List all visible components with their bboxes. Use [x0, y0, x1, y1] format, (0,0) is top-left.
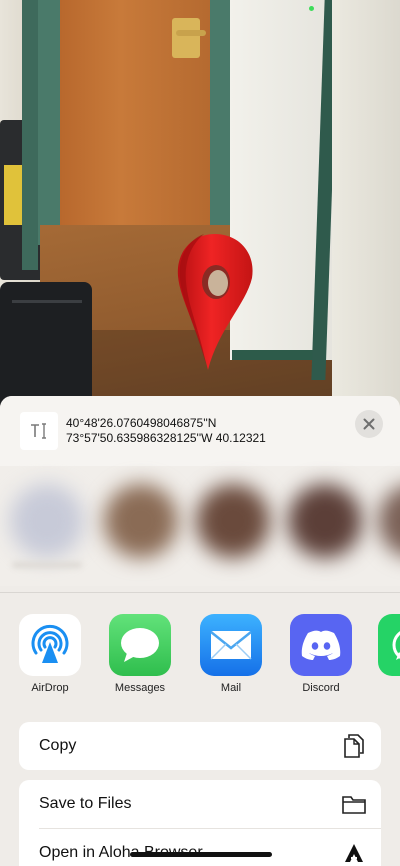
location-pin-icon[interactable] [174, 232, 256, 372]
close-button[interactable] [355, 410, 383, 438]
coordinates-longitude-altitude: 73°57'50.635986328125''W 40.12321 [66, 431, 266, 445]
copy-label: Copy [39, 737, 77, 754]
suggested-contacts [0, 466, 400, 586]
share-header: 40°48'26.0760498046875''N 73°57'50.63598… [0, 396, 400, 466]
close-icon [363, 418, 375, 430]
copy-action[interactable]: Copy [19, 722, 381, 770]
app-label: Wh [370, 682, 400, 694]
door-lock-plate [172, 18, 200, 58]
contact-avatar[interactable] [196, 484, 270, 558]
ar-camera-view [0, 0, 400, 420]
contact-avatar[interactable] [378, 484, 400, 558]
contact-avatar[interactable] [288, 484, 362, 558]
app-label: Mail [220, 682, 242, 694]
mail-icon [200, 614, 262, 676]
contact-avatar[interactable] [10, 484, 84, 558]
door-frame-left [22, 0, 38, 270]
app-label: Messages [114, 682, 166, 694]
home-indicator[interactable] [130, 852, 272, 857]
action-group-copy: Copy [19, 722, 381, 770]
bag-tag [4, 165, 24, 225]
text-cursor-icon [20, 412, 58, 450]
contact-avatar[interactable] [104, 484, 178, 558]
suitcase-zipper [12, 300, 82, 303]
save-to-files-action[interactable]: Save to Files [19, 780, 381, 828]
share-sheet: 40°48'26.0760498046875''N 73°57'50.63598… [0, 396, 400, 866]
open-in-aloha-action[interactable]: Open in Aloha Browser [19, 829, 381, 866]
airdrop-icon [19, 614, 81, 676]
contact-name [12, 562, 82, 568]
app-label: AirDrop [31, 682, 69, 694]
app-whatsapp[interactable]: Wh [370, 614, 400, 694]
discord-icon [290, 614, 352, 676]
aloha-icon [341, 840, 367, 866]
status-dot [309, 6, 314, 11]
app-label: Discord [302, 682, 340, 694]
app-row: AirDrop Messages Mail Discord [0, 614, 400, 704]
coordinates-latitude: 40°48'26.0760498046875''N [66, 416, 217, 430]
wall-right [332, 0, 400, 420]
copy-icon [341, 733, 367, 759]
app-airdrop[interactable]: AirDrop [11, 614, 89, 694]
app-messages[interactable]: Messages [101, 614, 179, 694]
divider [0, 592, 400, 593]
door-handle [176, 30, 206, 36]
whatsapp-icon [378, 614, 400, 676]
app-discord[interactable]: Discord [282, 614, 360, 694]
shared-coordinates: 40°48'26.0760498046875''N 73°57'50.63598… [66, 416, 346, 446]
messages-icon [109, 614, 171, 676]
app-mail[interactable]: Mail [192, 614, 270, 694]
folder-icon [341, 791, 367, 817]
save-to-files-label: Save to Files [39, 795, 132, 812]
